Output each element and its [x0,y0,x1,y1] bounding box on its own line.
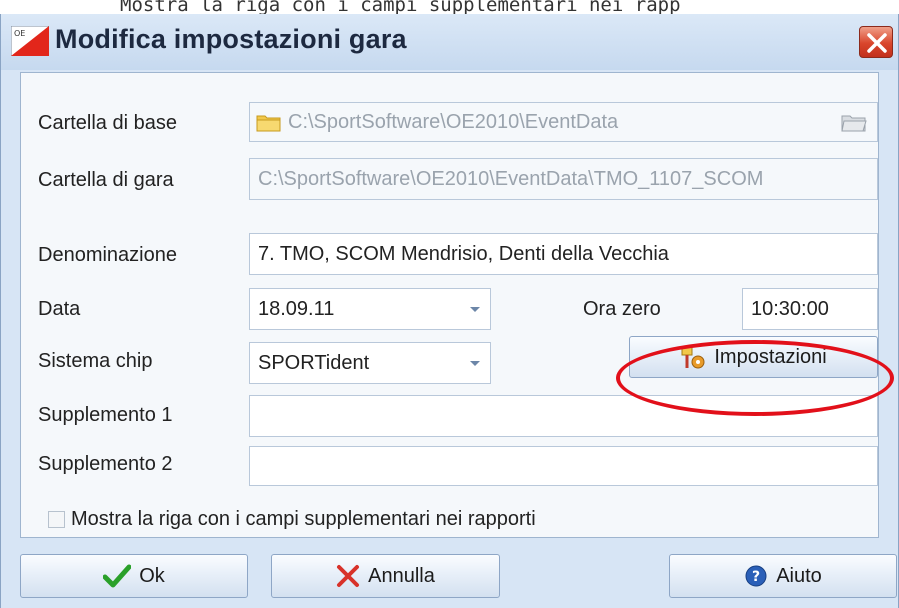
base-folder-label: Cartella di base [38,112,177,134]
name-label: Denominazione [38,244,177,266]
date-dropdown[interactable]: 18.09.11 [249,288,491,330]
base-folder-field[interactable]: C:\SportSoftware\OE2010\EventData [249,102,878,142]
folder-icon [256,115,281,132]
name-input[interactable] [258,242,877,266]
name-field[interactable] [249,233,878,275]
event-folder-value: C:\SportSoftware\OE2010\EventData\TMO_11… [258,167,764,190]
ok-label: Ok [139,564,165,587]
help-button[interactable]: ? Aiuto [669,554,897,598]
zero-time-input[interactable] [751,297,877,321]
window-title: Modifica impostazioni gara [55,24,407,54]
help-label: Aiuto [776,564,822,587]
oe-flag-icon: OE [11,26,49,56]
zero-time-label: Ora zero [583,298,661,320]
zero-time-field[interactable] [742,288,878,330]
supplement1-field[interactable] [249,395,878,437]
chip-system-dropdown[interactable]: SPORTident [249,342,491,384]
chip-settings-button[interactable]: Impostazioni [629,336,878,378]
cross-icon [337,565,360,587]
chevron-down-icon[interactable] [470,361,480,366]
close-icon [867,33,887,53]
supplement1-label: Supplemento 1 [38,404,173,426]
event-folder-label: Cartella di gara [38,169,174,191]
event-folder-field[interactable]: C:\SportSoftware\OE2010\EventData\TMO_11… [249,158,878,200]
svg-text:?: ? [752,569,760,585]
chip-system-value: SPORTident [258,351,370,374]
svg-text:OE: OE [14,29,25,38]
event-settings-dialog: OE Modifica impostazioni gara Cartella d… [0,14,899,608]
show-supplement-row-label: Mostra la riga con i campi supplementari… [71,508,536,530]
chevron-down-icon[interactable] [470,307,480,312]
date-value: 18.09.11 [258,297,335,320]
checkmark-icon [103,564,132,588]
supplement2-label: Supplemento 2 [38,453,173,475]
supplement1-input[interactable] [258,404,877,428]
chip-settings-label: Impostazioni [714,345,827,368]
browse-folder-icon[interactable] [841,112,867,132]
supplement2-field[interactable] [249,446,878,486]
supplement2-input[interactable] [258,454,877,478]
help-icon: ? [745,565,767,587]
cancel-label: Annulla [368,564,435,587]
title-bar: OE Modifica impostazioni gara [1,14,898,70]
close-button[interactable] [859,26,893,58]
show-supplement-row-checkbox[interactable] [48,511,65,528]
cancel-button[interactable]: Annulla [271,554,500,598]
chip-system-label: Sistema chip [38,350,153,372]
ok-button[interactable]: Ok [20,554,248,598]
date-label: Data [38,298,81,320]
settings-wrench-icon [681,346,705,369]
base-folder-value: C:\SportSoftware\OE2010\EventData [288,110,619,133]
